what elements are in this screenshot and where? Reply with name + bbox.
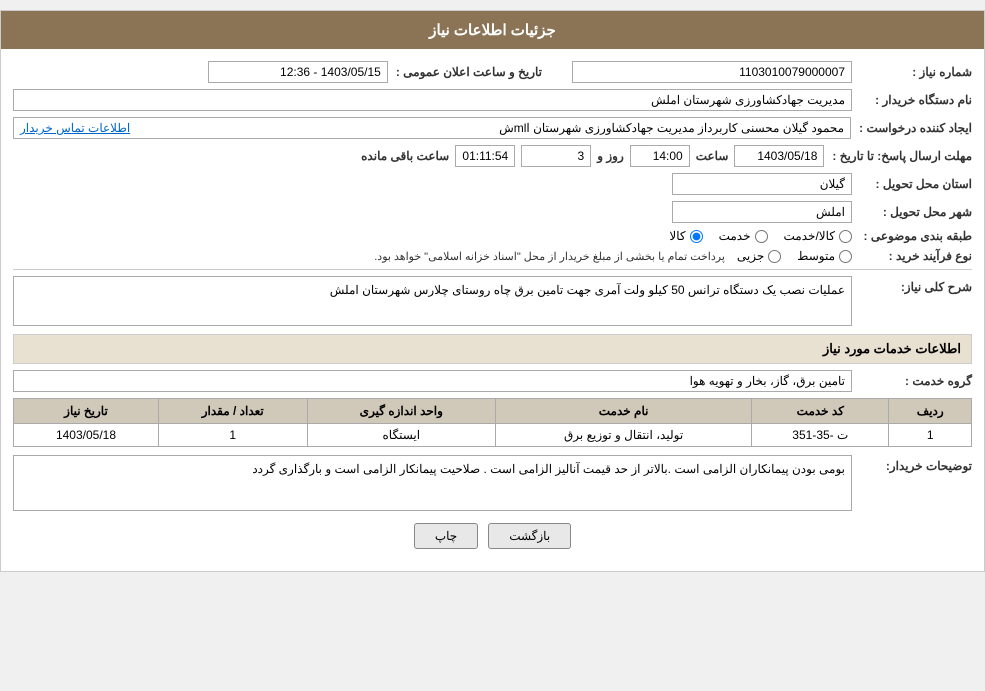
field-ijad-konande: محمود گیلان محسنی کاربرداز مدیریت جهادکش… bbox=[13, 117, 851, 139]
radio-khidmat[interactable] bbox=[755, 230, 768, 243]
buttons-row: بازگشت چاپ bbox=[13, 523, 972, 559]
header-title: جزئیات اطلاعات نیاز bbox=[429, 22, 556, 39]
back-button[interactable]: بازگشت bbox=[488, 523, 571, 549]
label-rooz: روز و bbox=[597, 149, 624, 163]
field-ostan: گیلان bbox=[672, 173, 852, 195]
radio-jozi[interactable] bbox=[768, 250, 781, 263]
radio-jozi-label: جزیی bbox=[737, 249, 764, 263]
radio-motovaset[interactable] bbox=[839, 250, 852, 263]
col-vahed: واحد اندازه گیری bbox=[307, 399, 495, 424]
table-row: 1ت -35-351تولید، انتقال و توزیع برقایستگ… bbox=[14, 424, 972, 447]
label-grohe-khadamat: گروه خدمت : bbox=[852, 374, 972, 388]
label-ijad-konande: ایجاد کننده درخواست : bbox=[851, 121, 972, 135]
radio-kala-khidmat[interactable] bbox=[839, 230, 852, 243]
khadamat-section-header: اطلاعات خدمات مورد نیاز bbox=[13, 334, 972, 364]
field-tozihaat[interactable] bbox=[13, 455, 852, 511]
label-saat: ساعت bbox=[696, 149, 729, 163]
radio-tabebandi: کالا/خدمت خدمت کالا bbox=[669, 229, 852, 243]
label-mohlat: مهلت ارسال پاسخ: تا تاریخ : bbox=[824, 149, 972, 163]
col-tedad: تعداد / مقدار bbox=[158, 399, 307, 424]
radio-khidmat-label: خدمت bbox=[719, 229, 751, 243]
label-baghimande: ساعت باقی مانده bbox=[361, 149, 449, 163]
radio-farayand: متوسط جزیی bbox=[737, 249, 852, 263]
field-sharh[interactable] bbox=[13, 276, 852, 326]
label-sharh: شرح کلی نیاز: bbox=[852, 276, 972, 294]
page-header: جزئیات اطلاعات نیاز bbox=[1, 11, 984, 49]
field-grohe-khadamat: تامین برق، گاز، بخار و تهویه هوا bbox=[13, 370, 852, 392]
note-payment: پرداخت تمام یا بخشی از مبلغ خریدار از مح… bbox=[374, 250, 725, 263]
field-baghimande: 01:11:54 bbox=[455, 145, 515, 167]
radio-kala-label: کالا bbox=[669, 229, 685, 243]
label-tabebandi: طبقه بندی موضوعی : bbox=[852, 229, 972, 243]
label-tozihaat: توضیحات خریدار: bbox=[852, 455, 972, 473]
field-date: 1403/05/18 bbox=[734, 145, 824, 167]
label-noe-farayand: نوع فرآیند خرید : bbox=[852, 249, 972, 263]
field-nam-dastgah: مدیریت جهادکشاورزی شهرستان املش bbox=[13, 89, 852, 111]
label-shahr: شهر محل تحویل : bbox=[852, 205, 972, 219]
radio-kala-khidmat-label: کالا/خدمت bbox=[784, 229, 835, 243]
col-nam: نام خدمت bbox=[496, 399, 752, 424]
label-shomare-niaz: شماره نیاز : bbox=[852, 65, 972, 79]
khadamat-table: ردیف کد خدمت نام خدمت واحد اندازه گیری ت… bbox=[13, 398, 972, 447]
field-rooz: 3 bbox=[521, 145, 591, 167]
ettelaat-tamas-link[interactable]: اطلاعات تماس خریدار bbox=[20, 121, 130, 135]
label-nam-dastgah: نام دستگاه خریدار : bbox=[852, 93, 972, 107]
col-radif: ردیف bbox=[889, 399, 972, 424]
field-shahr: املش bbox=[672, 201, 852, 223]
label-ostan: استان محل تحویل : bbox=[852, 177, 972, 191]
col-kod: کد خدمت bbox=[752, 399, 889, 424]
radio-motovaset-label: متوسط bbox=[797, 249, 835, 263]
field-shomare-niaz: 1103010079000007 bbox=[572, 61, 852, 83]
radio-kala[interactable] bbox=[690, 230, 703, 243]
field-saat: 14:00 bbox=[630, 145, 690, 167]
label-tarikh-saat: تاریخ و ساعت اعلان عمومی : bbox=[388, 65, 542, 79]
field-tarikh-saat: 1403/05/15 - 12:36 bbox=[208, 61, 388, 83]
col-tarikh: تاریخ نیاز bbox=[14, 399, 159, 424]
print-button[interactable]: چاپ bbox=[414, 523, 478, 549]
